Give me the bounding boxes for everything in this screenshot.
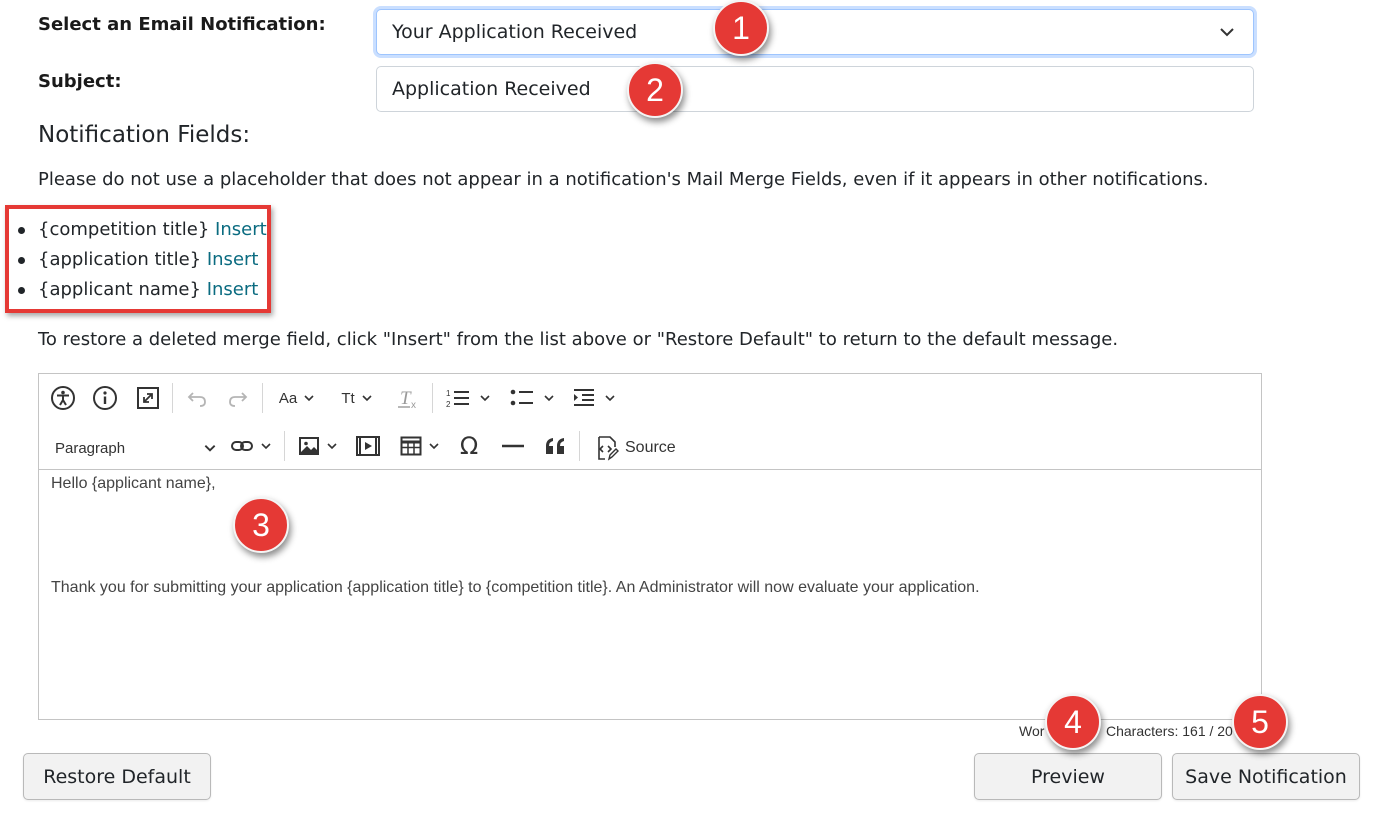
media-icon[interactable]	[352, 430, 384, 462]
bulleted-list-icon[interactable]	[504, 382, 560, 414]
font-family-label: Aa	[278, 389, 298, 407]
redo-icon[interactable]	[222, 382, 254, 414]
undo-icon[interactable]	[181, 382, 213, 414]
table-icon[interactable]	[394, 430, 446, 462]
svg-text:x: x	[411, 400, 416, 410]
callout-badge-3: 3	[233, 497, 289, 553]
notification-fields-title: Notification Fields:	[38, 122, 251, 148]
word-count: Wor	[1019, 723, 1045, 739]
subject-input-value: Application Received	[392, 78, 591, 100]
character-count: Characters: 161 / 20	[1106, 723, 1233, 739]
callout-badge-5: 5	[1232, 694, 1288, 750]
email-body: Thank you for submitting your applicatio…	[51, 579, 980, 596]
toolbar-separator	[262, 383, 263, 413]
paragraph-format-select[interactable]: Paragraph	[49, 434, 217, 462]
chevron-down-icon	[261, 443, 271, 450]
font-family-icon[interactable]: Aa	[271, 382, 323, 414]
chevron-down-icon	[362, 395, 372, 402]
callout-badge-4: 4	[1045, 694, 1101, 750]
editor-toolbar: Aa Tt Tx 12 Paragraph Ω Source	[39, 374, 1261, 470]
numbered-list-icon[interactable]: 12	[440, 382, 496, 414]
editor-content[interactable]: Hello {applicant name}, Thank you for su…	[39, 471, 1261, 719]
email-greeting: Hello {applicant name},	[51, 475, 216, 492]
source-icon	[598, 436, 619, 461]
font-size-label: Tt	[341, 389, 355, 407]
link-icon[interactable]	[225, 430, 277, 462]
chevron-down-icon	[429, 443, 439, 450]
chevron-down-icon	[304, 395, 314, 402]
toolbar-separator	[284, 431, 285, 461]
email-notification-select-value: Your Application Received	[392, 21, 638, 43]
accessibility-icon[interactable]	[47, 382, 79, 414]
source-button[interactable]: Source	[595, 434, 676, 462]
indent-icon[interactable]	[568, 382, 620, 414]
subject-label: Subject:	[38, 71, 122, 92]
email-notification-label: Select an Email Notification:	[38, 14, 326, 35]
source-label: Source	[625, 439, 676, 456]
paragraph-format-label: Paragraph	[55, 439, 126, 457]
highlight-box	[5, 205, 271, 313]
remove-format-icon[interactable]: Tx	[392, 382, 424, 414]
toolbar-separator	[579, 431, 580, 461]
email-notification-select[interactable]: Your Application Received	[376, 9, 1254, 55]
callout-badge-1: 1	[713, 0, 769, 56]
toolbar-separator	[172, 383, 173, 413]
chevron-down-icon	[1216, 21, 1238, 43]
svg-text:1: 1	[446, 389, 451, 398]
callout-badge-2: 2	[627, 62, 683, 118]
subject-input[interactable]: Application Received	[376, 66, 1254, 112]
info-icon[interactable]	[89, 382, 121, 414]
svg-text:2: 2	[446, 400, 451, 409]
restore-hint-text: To restore a deleted merge field, click …	[38, 329, 1119, 350]
special-characters-icon[interactable]: Ω	[453, 430, 485, 462]
image-icon[interactable]	[292, 430, 344, 462]
toolbar-separator	[432, 383, 433, 413]
block-quote-icon[interactable]	[539, 430, 571, 462]
chevron-down-icon	[544, 395, 554, 402]
fullscreen-icon[interactable]	[132, 382, 164, 414]
chevron-down-icon	[327, 443, 337, 450]
chevron-down-icon	[605, 395, 615, 402]
font-size-icon[interactable]: Tt	[331, 382, 383, 414]
horizontal-line-icon[interactable]	[497, 430, 529, 462]
restore-default-button[interactable]: Restore Default	[23, 753, 211, 800]
chevron-down-icon	[480, 395, 490, 402]
preview-button[interactable]: Preview	[974, 753, 1162, 800]
chevron-down-icon	[204, 445, 216, 452]
save-notification-button[interactable]: Save Notification	[1172, 753, 1360, 800]
rich-text-editor: Aa Tt Tx 12 Paragraph Ω Source Hello {ap…	[38, 373, 1262, 720]
placeholder-warning-text: Please do not use a placeholder that doe…	[38, 169, 1209, 190]
